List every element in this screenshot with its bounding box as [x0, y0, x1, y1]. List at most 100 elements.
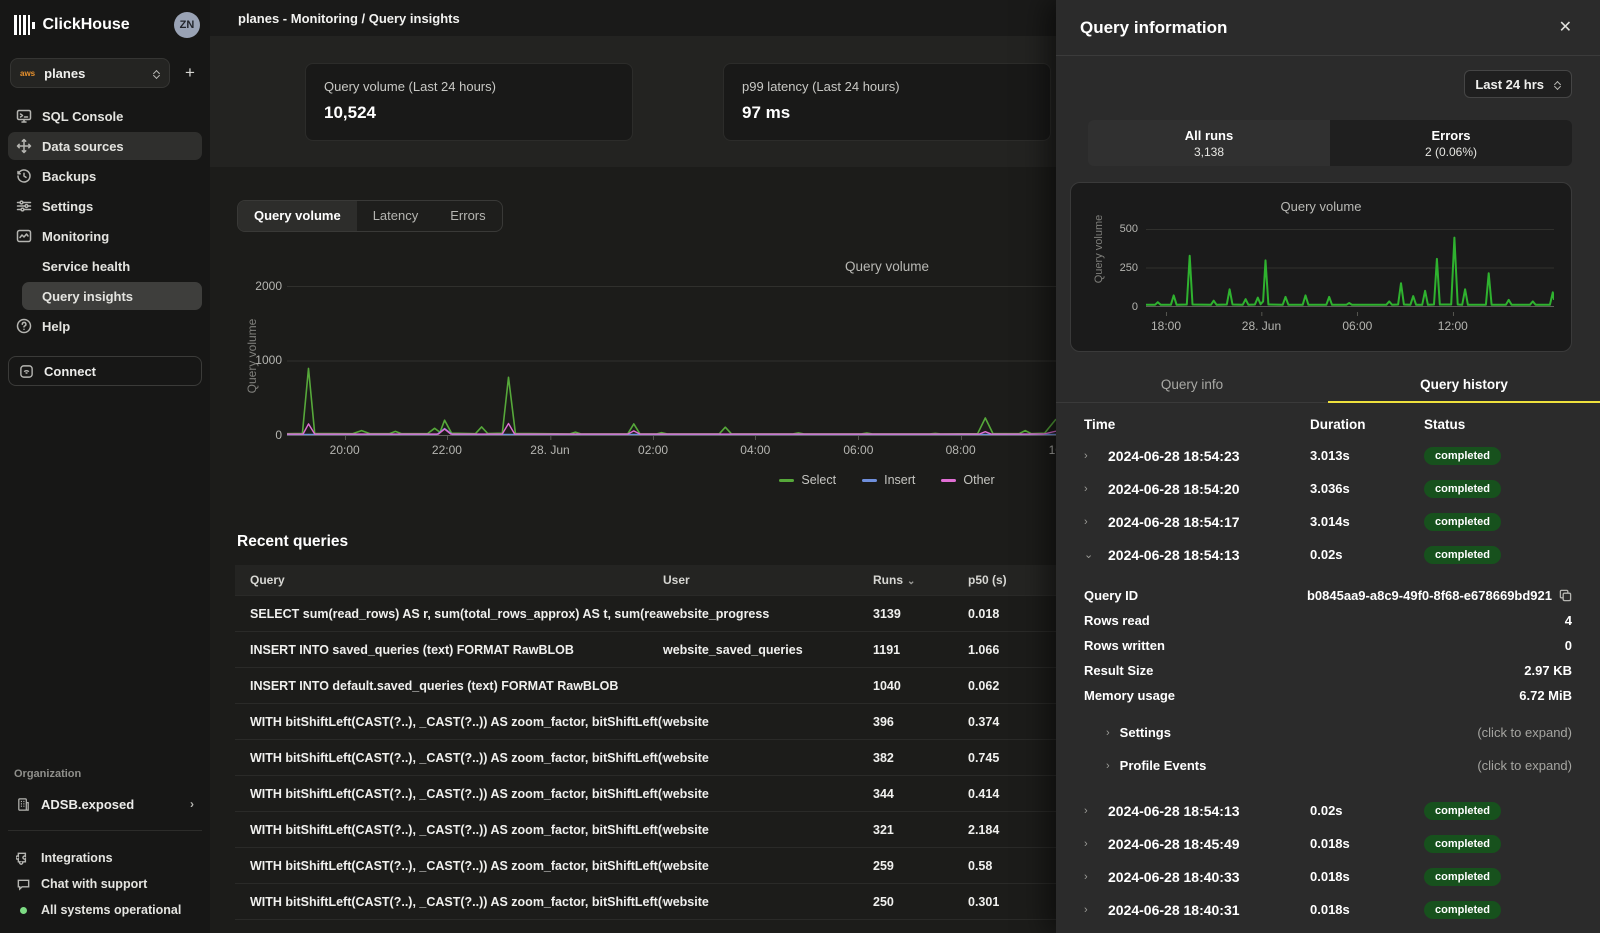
sidebar-item-label: Monitoring [42, 229, 109, 244]
sidebar-item-monitoring[interactable]: Monitoring [8, 222, 202, 250]
y-tick: 0 [1108, 301, 1138, 313]
workspace-selector[interactable]: aws planes [10, 58, 170, 88]
move-arrows-icon [16, 138, 32, 154]
col-user[interactable]: User [663, 573, 873, 587]
y-tick: 1000 [248, 353, 282, 367]
system-status-label: All systems operational [41, 903, 181, 917]
x-tick: 06:00 [1342, 319, 1372, 333]
sidebar-item-label: Data sources [42, 139, 124, 154]
table-row[interactable]: WITH bitShiftLeft(CAST(?..), _CAST(?..))… [235, 883, 1056, 919]
time-range-select[interactable]: Last 24 hrs [1464, 70, 1572, 98]
sidebar-item-data-sources[interactable]: Data sources [8, 132, 202, 160]
close-icon[interactable]: ✕ [1559, 20, 1572, 36]
legend-insert[interactable]: Insert [862, 473, 915, 487]
sidebar-item-settings[interactable]: Settings [8, 192, 202, 220]
table-row-partial [235, 919, 1056, 927]
add-service-button[interactable]: + [180, 63, 200, 83]
puzzle-icon [16, 851, 31, 866]
legend-select[interactable]: Select [779, 473, 836, 487]
recent-queries-title: Recent queries [237, 533, 348, 551]
col-query[interactable]: Query [250, 573, 663, 587]
status-badge: completed [1424, 868, 1501, 886]
table-row[interactable]: WITH bitShiftLeft(CAST(?..), _CAST(?..))… [235, 703, 1056, 739]
chart-title: Query volume [210, 259, 1056, 274]
sidebar-item-backups[interactable]: Backups [8, 162, 202, 190]
status-badge: completed [1424, 546, 1501, 564]
tab-query-volume[interactable]: Query volume [238, 201, 357, 231]
panel-title: Query information [1080, 18, 1227, 38]
x-tick: 10:00 [1049, 443, 1056, 457]
history-row[interactable]: › 2024-06-28 18:40:31 0.018s completed [1056, 893, 1600, 926]
monitor-icon [16, 108, 32, 124]
history-row[interactable]: › 2024-06-28 18:54:20 3.036s completed [1056, 472, 1600, 505]
x-axis-labels: 20:00 22:00 28. Jun 02:00 04:00 06:00 08… [287, 443, 1056, 459]
chevron-right-icon: › [1084, 871, 1108, 883]
status-badge: completed [1424, 447, 1501, 465]
table-row[interactable]: WITH bitShiftLeft(CAST(?..), _CAST(?..))… [235, 847, 1056, 883]
x-tick: 08:00 [946, 443, 976, 457]
integrations-label: Integrations [41, 851, 113, 865]
y-tick: 2000 [248, 279, 282, 293]
copy-icon[interactable] [1559, 589, 1572, 602]
organization-selector[interactable]: ADSB.exposed › [8, 790, 202, 818]
chart-tab-group: Query volume Latency Errors [237, 200, 503, 232]
query-details: Query ID b0845aa9-a8c9-49f0-8f68-e678669… [1056, 583, 1600, 708]
tab-query-history[interactable]: Query history [1328, 366, 1600, 402]
history-row[interactable]: › 2024-06-28 18:54:13 0.02s completed [1056, 794, 1600, 827]
chevron-right-icon: › [1084, 450, 1108, 462]
history-row[interactable]: › 2024-06-28 18:54:17 3.014s completed [1056, 505, 1600, 538]
table-row[interactable]: WITH bitShiftLeft(CAST(?..), _CAST(?..))… [235, 739, 1056, 775]
chat-bubble-icon [16, 877, 31, 892]
legend-other[interactable]: Other [941, 473, 994, 487]
system-status-item[interactable]: All systems operational [8, 897, 202, 923]
tab-query-info[interactable]: Query info [1056, 366, 1328, 402]
organization-label: Organization [8, 768, 202, 780]
x-tick: 04:00 [740, 443, 770, 457]
col-runs[interactable]: Runs⌄ [873, 573, 968, 587]
history-row-expanded[interactable]: ⌄ 2024-06-28 18:54:13 0.02s completed [1056, 538, 1600, 571]
integrations-link[interactable]: Integrations [8, 845, 202, 871]
history-row[interactable]: › 2024-06-28 18:45:49 0.018s completed [1056, 827, 1600, 860]
chart-legend: Select Insert Other [210, 473, 1056, 487]
chat-support-label: Chat with support [41, 877, 147, 891]
user-avatar[interactable]: ZN [174, 12, 200, 38]
history-row[interactable]: › 2024-06-28 18:54:23 3.013s completed [1056, 439, 1600, 472]
help-circle-icon [16, 318, 32, 334]
connect-icon [19, 364, 34, 379]
history-icon [16, 168, 32, 184]
clickhouse-logo-icon [14, 15, 35, 35]
connect-button[interactable]: Connect [8, 356, 202, 386]
sidebar-item-query-insights[interactable]: Query insights [22, 282, 202, 310]
chat-support-link[interactable]: Chat with support [8, 871, 202, 897]
stat-value: 10,524 [324, 103, 614, 123]
segment-errors[interactable]: Errors 2 (0.06%) [1330, 120, 1572, 166]
x-tick: 18:00 [1151, 319, 1181, 333]
sidebar-item-help[interactable]: Help [8, 312, 202, 340]
stat-label: p99 latency (Last 24 hours) [742, 79, 1032, 94]
x-tick: 06:00 [843, 443, 873, 457]
table-row[interactable]: SELECT sum(read_rows) AS r, sum(total_ro… [235, 595, 1056, 631]
tab-latency[interactable]: Latency [357, 201, 435, 231]
sidebar-item-sql-console[interactable]: SQL Console [8, 102, 202, 130]
x-tick: 22:00 [432, 443, 462, 457]
chevron-right-icon: › [1084, 838, 1108, 850]
segment-all-runs[interactable]: All runs 3,138 [1088, 120, 1330, 166]
tab-errors[interactable]: Errors [434, 201, 501, 231]
history-header: Time Duration Status [1056, 409, 1600, 439]
sidebar-item-service-health[interactable]: Service health [8, 252, 202, 280]
table-row[interactable]: INSERT INTO default.saved_queries (text)… [235, 667, 1056, 703]
col-p50[interactable]: p50 (s) [968, 573, 1056, 587]
table-row[interactable]: INSERT INTO saved_queries (text) FORMAT … [235, 631, 1056, 667]
main-content: Query volume Latency Errors Query volume… [210, 167, 1056, 933]
col-time: Time [1084, 417, 1310, 432]
table-row[interactable]: WITH bitShiftLeft(CAST(?..), _CAST(?..))… [235, 775, 1056, 811]
table-row[interactable]: WITH bitShiftLeft(CAST(?..), _CAST(?..))… [235, 811, 1056, 847]
settings-expander[interactable]: › Settings (click to expand) [1056, 716, 1600, 749]
detail-row-rows-read: Rows read 4 [1084, 608, 1572, 633]
y-tick: 250 [1108, 262, 1138, 274]
history-row[interactable]: › 2024-06-28 18:40:33 0.018s completed [1056, 860, 1600, 893]
recent-queries-table: Query User Runs⌄ p50 (s) SELECT sum(read… [235, 565, 1056, 927]
profile-events-expander[interactable]: › Profile Events (click to expand) [1056, 749, 1600, 782]
y-tick: 0 [248, 428, 282, 442]
chevron-right-icon: › [1084, 483, 1108, 495]
